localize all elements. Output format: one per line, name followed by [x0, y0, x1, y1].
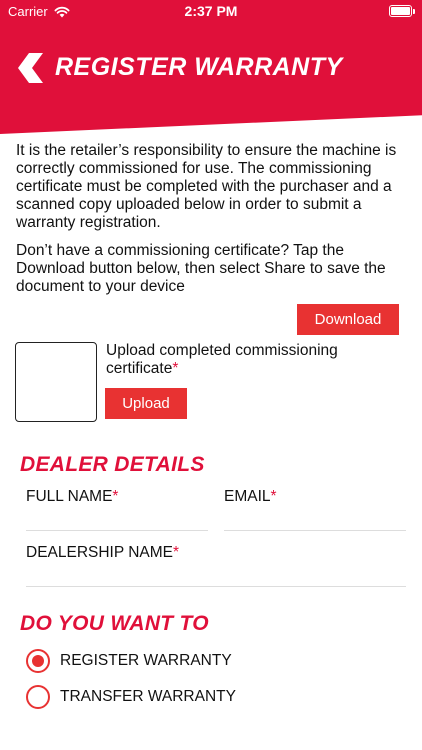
page-title: REGISTER WARRANTY — [55, 53, 343, 81]
status-bar: Carrier 2:37 PM — [0, 0, 422, 24]
full-name-input[interactable] — [26, 530, 208, 531]
register-warranty-option[interactable]: REGISTER WARRANTY — [26, 649, 232, 673]
upload-button[interactable]: Upload — [105, 388, 187, 419]
radio-dot — [32, 655, 44, 667]
dealership-name-input[interactable] — [26, 586, 406, 587]
intro-paragraph-1: It is the retailer’s responsibility to e… — [16, 142, 397, 231]
transfer-warranty-label: TRANSFER WARRANTY — [60, 688, 236, 705]
required-marker: * — [172, 360, 179, 377]
intro-paragraph-2: Don’t have a commissioning certificate? … — [16, 242, 386, 295]
dealer-details-heading: DEALER DETAILS — [20, 453, 205, 476]
radio-button-unselected[interactable] — [26, 685, 50, 709]
full-name-label: FULL NAME* — [26, 488, 118, 506]
dealership-name-label: DEALERSHIP NAME* — [26, 544, 179, 562]
upload-preview-box[interactable] — [15, 342, 97, 422]
radio-button-selected[interactable] — [26, 649, 50, 673]
do-you-want-to-heading: DO YOU WANT TO — [20, 612, 209, 635]
required-marker: * — [112, 488, 119, 505]
email-label-text: EMAIL — [224, 488, 271, 505]
required-marker: * — [173, 544, 180, 561]
email-input[interactable] — [224, 530, 406, 531]
dealership-name-label-text: DEALERSHIP NAME — [26, 544, 174, 561]
status-time: 2:37 PM — [184, 3, 238, 19]
intro-text: It is the retailer’s responsibility to e… — [16, 142, 408, 296]
back-button[interactable] — [16, 53, 44, 83]
upload-label: Upload completed commissioning certifica… — [106, 342, 396, 378]
battery-icon — [389, 5, 415, 17]
email-label: EMAIL* — [224, 488, 277, 506]
required-marker: * — [270, 488, 277, 505]
download-button[interactable]: Download — [297, 304, 399, 335]
upload-label-text: Upload completed commissioning certifica… — [106, 342, 338, 377]
transfer-warranty-option[interactable]: TRANSFER WARRANTY — [26, 685, 236, 709]
full-name-label-text: FULL NAME — [26, 488, 113, 505]
chevron-left-icon — [18, 53, 43, 83]
register-warranty-label: REGISTER WARRANTY — [60, 652, 232, 669]
